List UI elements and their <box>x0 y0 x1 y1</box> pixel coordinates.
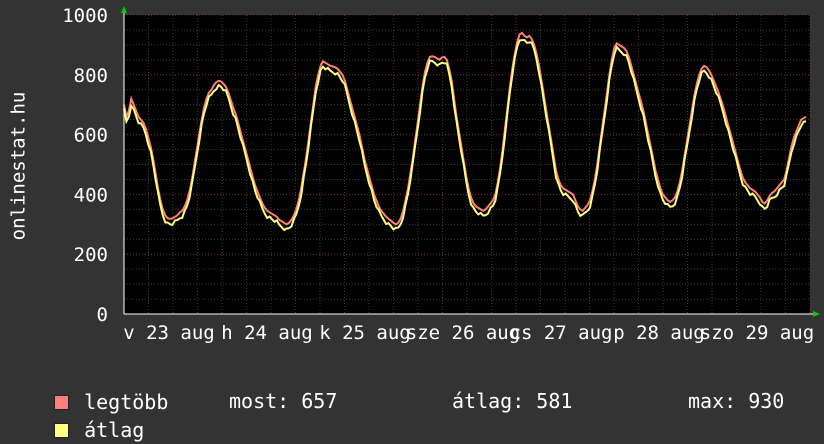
y-axis-arrow <box>121 6 127 13</box>
x-axis-ticks: v 23 aug h 24 aug k 25 augsze 26 augcs 27 … <box>123 322 814 344</box>
x-axis-arrow <box>813 311 820 317</box>
x-tick-label: p 28 aug <box>613 322 705 344</box>
legend-label-avg: átlag <box>84 418 145 442</box>
y-axis-label: onlinestat.hu <box>8 92 30 241</box>
x-tick-label: szo 29 aug <box>700 322 814 344</box>
stat-average: átlag: 581 <box>452 389 573 413</box>
y-axis-ticks: 0 200 400 600 800 1000 <box>62 5 108 326</box>
y-tick-label: 1000 <box>62 5 108 27</box>
y-tick-label: 800 <box>74 65 108 87</box>
x-tick-label: sze 26 aug <box>406 322 520 344</box>
legend-item-avg: átlag <box>30 388 144 444</box>
stat-current: most: 657 <box>229 389 338 413</box>
y-tick-label: 400 <box>74 184 108 206</box>
y-tick-label: 200 <box>74 244 108 266</box>
stat-max: max: 930 <box>688 389 785 413</box>
y-tick-label: 0 <box>97 304 108 326</box>
legend-swatch-avg <box>54 423 70 438</box>
x-tick-label: v 23 aug <box>123 322 215 344</box>
x-tick-label: h 24 aug <box>221 322 313 344</box>
x-tick-label: cs 27 aug <box>510 322 613 344</box>
y-tick-label: 600 <box>74 125 108 147</box>
x-tick-label: k 25 aug <box>319 322 411 344</box>
